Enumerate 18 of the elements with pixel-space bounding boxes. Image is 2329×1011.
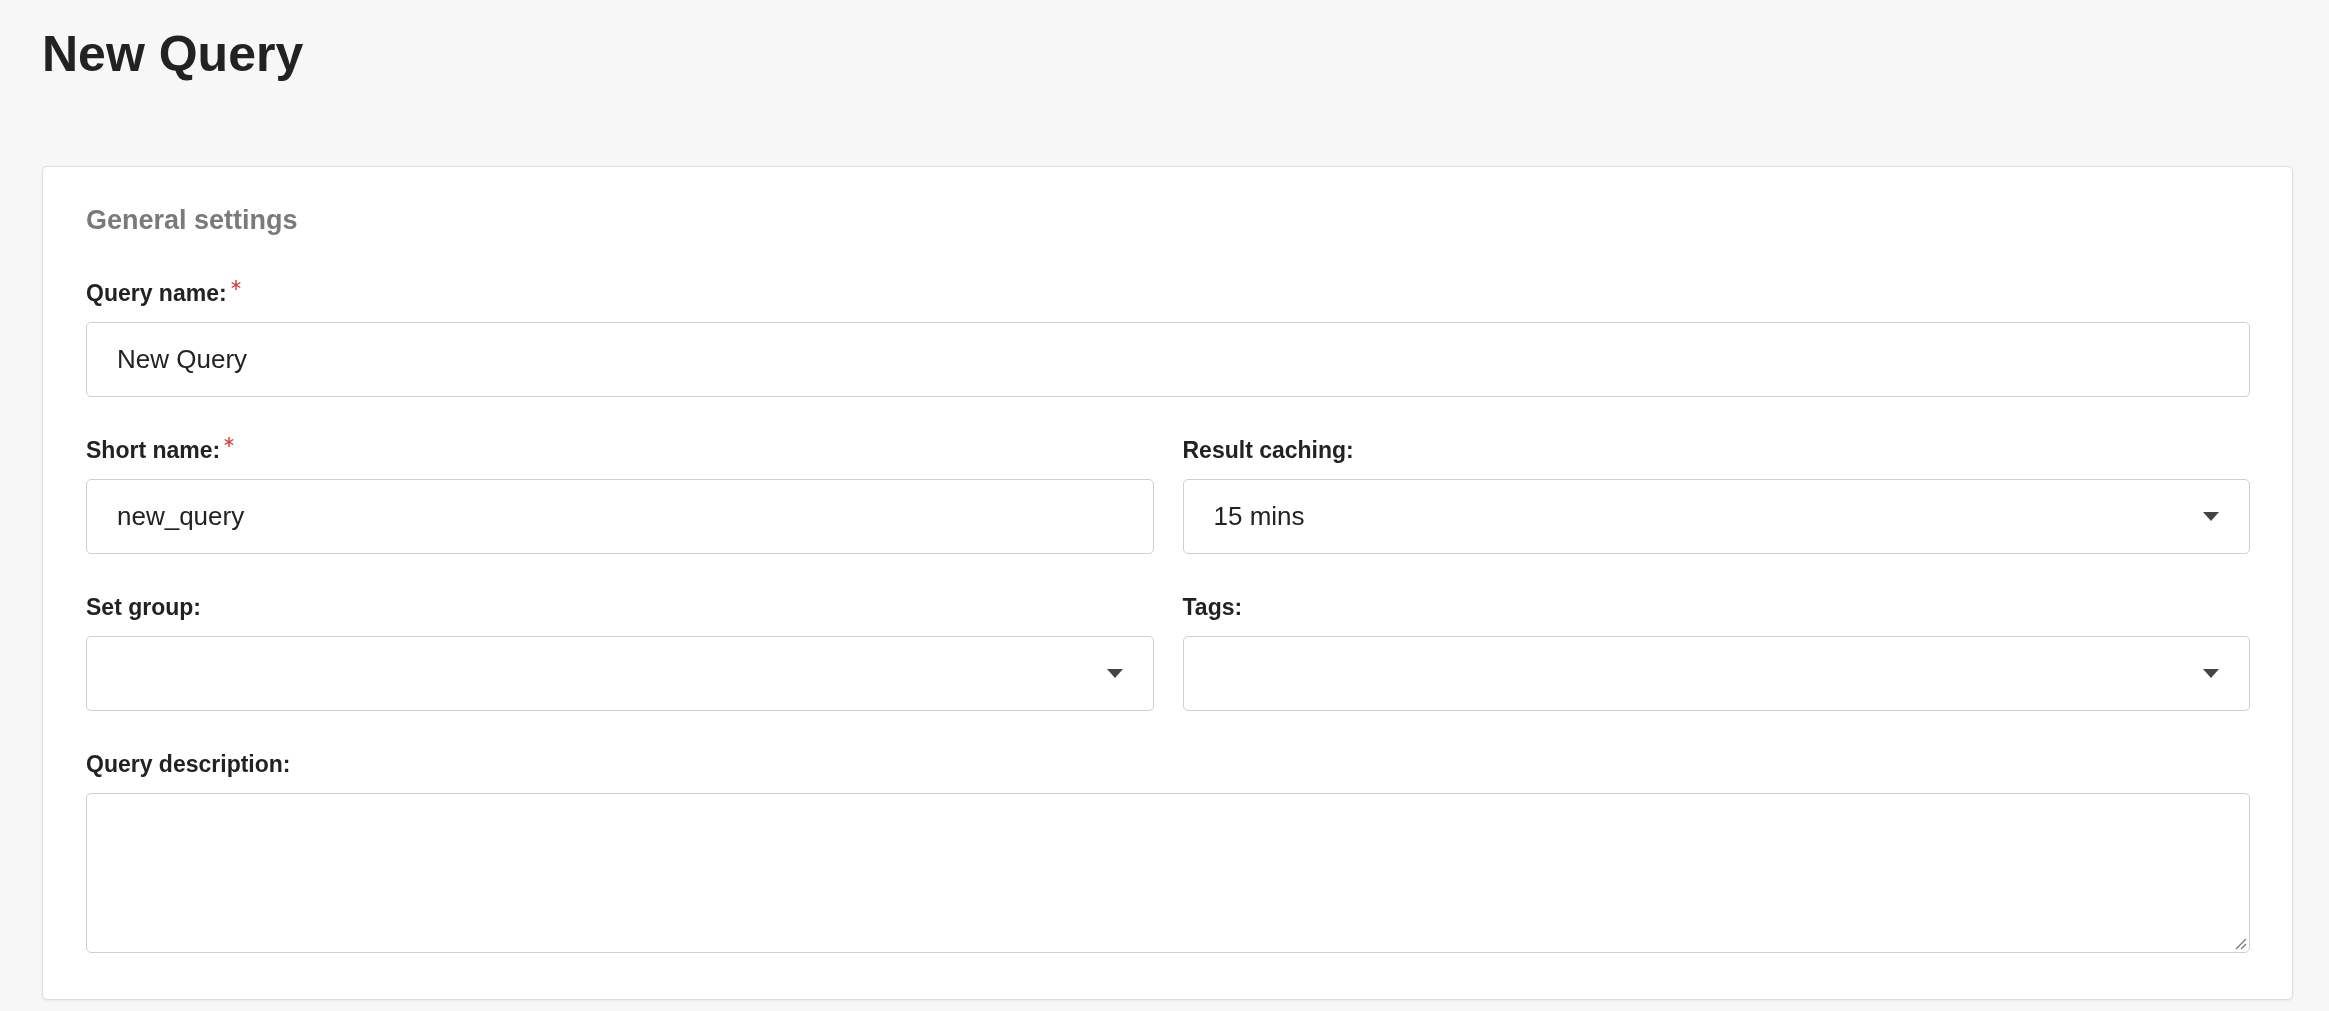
textarea-field[interactable] [86, 793, 2250, 953]
caret-icon [1106, 669, 1123, 678]
field-label: Result caching: [1182, 436, 1354, 465]
input-field[interactable]: New Query [86, 322, 2250, 397]
page-title: New Query [42, 25, 305, 84]
resize-handle-icon[interactable] [2233, 936, 2247, 950]
field-label: Set group: [86, 593, 201, 622]
select-field[interactable] [1182, 636, 2250, 711]
section-title: General settings [86, 205, 298, 235]
input-field[interactable]: new_query [86, 479, 1154, 554]
field-label: Tags: [1182, 593, 1243, 622]
caret-icon [2203, 512, 2219, 521]
select-field[interactable]: 15 mins [1182, 479, 2250, 554]
field-label: Query name: [86, 279, 227, 308]
field-label: Short name: [86, 436, 221, 465]
select-field[interactable] [86, 636, 1154, 711]
caret-icon [2203, 669, 2219, 678]
field-label: Query description: [86, 750, 291, 779]
